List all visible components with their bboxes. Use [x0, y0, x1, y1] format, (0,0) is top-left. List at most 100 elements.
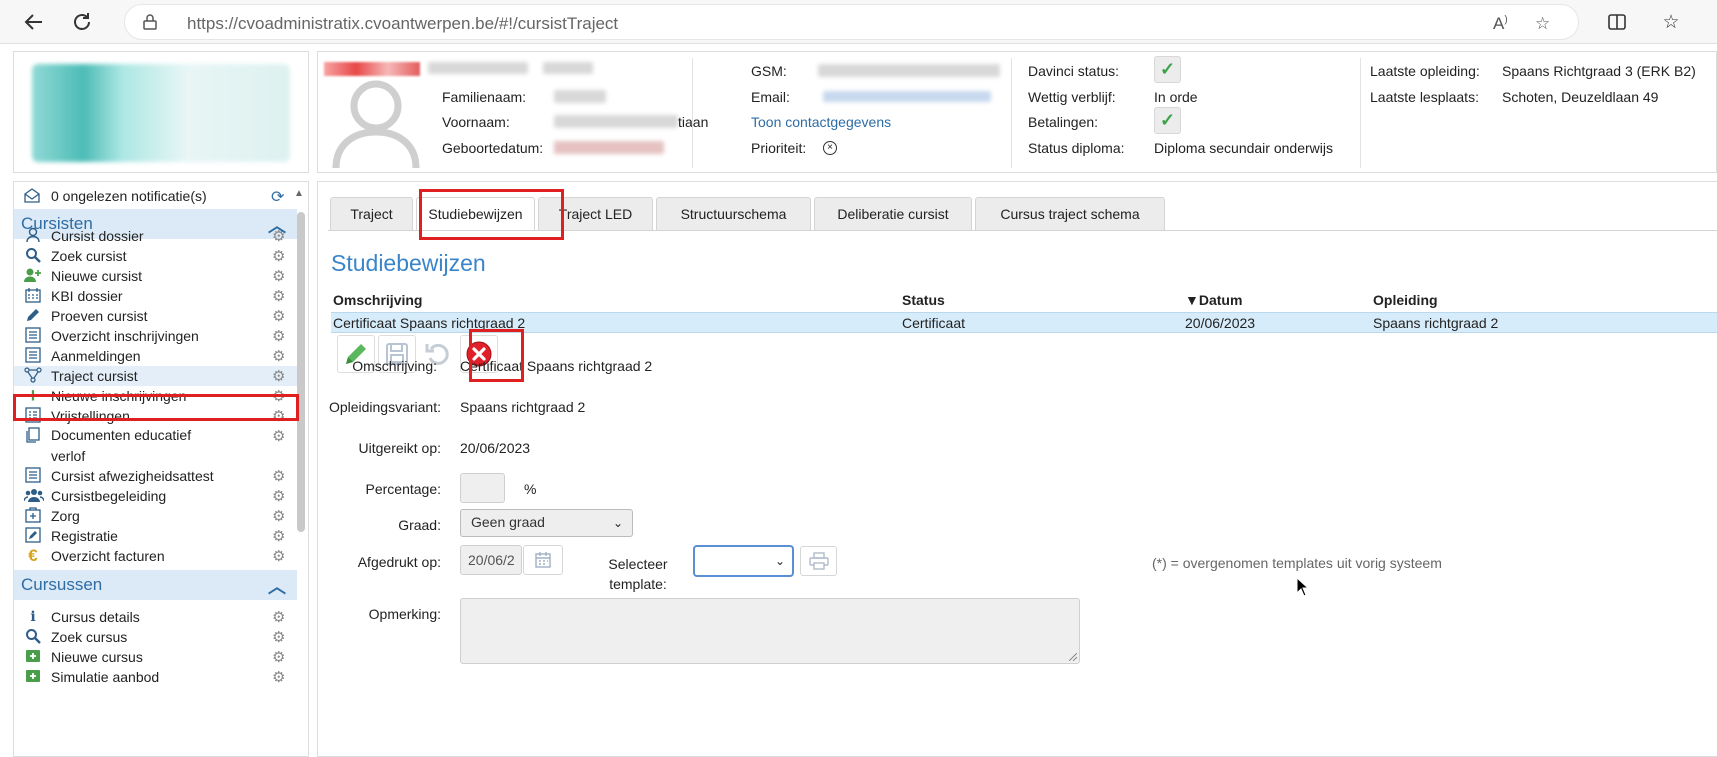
split-screen-icon[interactable] — [1601, 6, 1633, 38]
sidebar-item-label: Overzicht inschrijvingen — [51, 328, 199, 344]
column-datum[interactable]: ▼Datum — [1185, 292, 1242, 308]
uitgereikt-label: Uitgereikt op: — [358, 440, 441, 456]
sidebar-item-label: Zorg — [51, 508, 80, 524]
gear-icon[interactable]: ⚙ — [272, 427, 285, 445]
gear-icon[interactable]: ⚙ — [272, 608, 285, 626]
read-aloud-icon[interactable]: A) — [1493, 14, 1508, 34]
column-opleiding[interactable]: Opleiding — [1373, 292, 1438, 308]
sidebar-item-label: KBI dossier — [51, 288, 123, 304]
column-omschrijving[interactable]: Omschrijving — [333, 292, 422, 308]
sidebar-item-simulatie-aanbod[interactable]: Simulatie aanbod ⚙ — [14, 667, 297, 687]
favorites-icon[interactable]: ☆ — [1655, 6, 1687, 38]
sidebar-item-zoek-cursus[interactable]: Zoek cursus ⚙ — [14, 627, 297, 647]
gear-icon[interactable]: ⚙ — [272, 487, 285, 505]
resize-handle-icon[interactable] — [1069, 653, 1077, 661]
section-cursussen[interactable]: Cursussen ︿ — [14, 570, 297, 600]
gear-icon[interactable]: ⚙ — [272, 367, 285, 385]
email-value — [823, 91, 991, 102]
percentage-label: Percentage: — [365, 481, 442, 497]
sidebar-item-documenten-educatief-verlof[interactable]: Documenten educatief verlof ⚙ — [14, 426, 297, 466]
sidebar-item-nieuwe-cursus[interactable]: Nieuwe cursus ⚙ — [14, 647, 297, 667]
gear-icon[interactable]: ⚙ — [272, 507, 285, 525]
sidebar-item-overzicht-facturen[interactable]: € Overzicht facturen ⚙ — [14, 546, 297, 566]
gear-icon[interactable]: ⚙ — [272, 668, 285, 686]
laatste-lesplaats-value: Schoten, Deuzeldlaan 49 — [1502, 89, 1659, 105]
chevron-up-icon[interactable]: ︿ — [268, 573, 286, 599]
sidebar-item-label: Aanmeldingen — [51, 348, 141, 364]
gsm-label: GSM: — [751, 63, 787, 79]
notifications-item[interactable]: 0 ongelezen notificatie(s) ⟳ — [14, 186, 294, 206]
email-label: Email: — [751, 89, 790, 105]
sidebar-item-zorg[interactable]: Zorg ⚙ — [14, 506, 297, 526]
geboortedatum-value — [554, 141, 664, 154]
percentage-input[interactable] — [460, 473, 505, 503]
tab-cursus-traject-schema[interactable]: Cursus traject schema — [975, 197, 1165, 231]
tab-structuurschema[interactable]: Structuurschema — [656, 197, 811, 231]
gear-icon[interactable]: ⚙ — [272, 327, 285, 345]
notifications-label: 0 ongelezen notificatie(s) — [51, 188, 207, 204]
sidebar-item-overzicht-inschrijvingen[interactable]: Overzicht inschrijvingen ⚙ — [14, 326, 297, 346]
laatste-opleiding-value: Spaans Richtgraad 3 (ERK B2) — [1502, 63, 1696, 79]
page-title: Studiebewijzen — [331, 250, 486, 276]
info-icon: i — [30, 609, 36, 625]
sidebar-item-label: Zoek cursist — [51, 248, 127, 264]
sidebar-item-nieuwe-cursist[interactable]: Nieuwe cursist ⚙ — [14, 266, 297, 286]
familienaam-value — [554, 90, 606, 103]
user-icon — [24, 227, 42, 245]
sidebar-item-proeven-cursist[interactable]: Proeven cursist ⚙ — [14, 306, 297, 326]
sidebar-item-cursus-details[interactable]: i Cursus details ⚙ — [14, 607, 297, 627]
show-contact-link[interactable]: Toon contactgegevens — [751, 114, 891, 130]
gear-icon[interactable]: ⚙ — [272, 227, 285, 245]
opmerking-textarea[interactable] — [460, 598, 1080, 664]
gear-icon[interactable]: ⚙ — [272, 287, 285, 305]
sidebar-scrollbar[interactable] — [297, 212, 305, 532]
sidebar-item-label: Zoek cursus — [51, 629, 128, 645]
refresh-icon[interactable] — [66, 6, 98, 38]
opleidingsvariant-label: Opleidingsvariant: — [328, 399, 441, 415]
sidebar-item-label: Simulatie aanbod — [51, 669, 160, 685]
sidebar-item-label: Overzicht facturen — [51, 548, 165, 564]
gear-icon[interactable]: ⚙ — [272, 267, 285, 285]
print-button[interactable] — [800, 546, 837, 576]
gear-icon[interactable]: ⚙ — [272, 648, 285, 666]
sidebar-item-registratie[interactable]: Registratie ⚙ — [14, 526, 297, 546]
sidebar-item-traject-cursist[interactable]: Traject cursist ⚙ — [14, 366, 297, 386]
gear-icon[interactable]: ⚙ — [272, 307, 285, 325]
euro-icon: € — [28, 546, 38, 565]
afgedrukt-input[interactable]: 20/06/2 — [460, 545, 522, 575]
geboortedatum-label: Geboortedatum: — [442, 140, 544, 156]
user-plus-icon — [24, 267, 42, 285]
sidebar-item-kbi-dossier[interactable]: KBI dossier ⚙ — [14, 286, 297, 306]
sidebar-item-cursistbegeleiding[interactable]: Cursistbegeleiding ⚙ — [14, 486, 297, 506]
sidebar-item-label: Documenten educatief verlof — [51, 427, 192, 464]
add-box-icon — [24, 668, 42, 686]
sidebar-item-cursist-afwezigheidsattest[interactable]: Cursist afwezigheidsattest ⚙ — [14, 466, 297, 486]
address-bar[interactable]: https://cvoadministratix.cvoantwerpen.be… — [124, 4, 1579, 40]
tab-traject[interactable]: Traject — [330, 197, 413, 231]
back-icon[interactable] — [18, 6, 50, 38]
gear-icon[interactable]: ⚙ — [272, 347, 285, 365]
template-select[interactable]: ⌄ — [694, 546, 793, 576]
gear-icon[interactable]: ⚙ — [272, 527, 285, 545]
printer-icon — [808, 552, 829, 570]
group-icon — [23, 487, 45, 505]
tab-deliberatie-cursist[interactable]: Deliberatie cursist — [814, 197, 972, 231]
column-status[interactable]: Status — [902, 292, 945, 308]
route-icon — [24, 367, 42, 385]
table-row[interactable]: Certificaat Spaans richtgraad 2 Certific… — [331, 312, 1717, 333]
graad-select[interactable]: Geen graad ⌄ — [460, 509, 633, 537]
favorite-star-icon[interactable]: ☆ — [1535, 14, 1550, 34]
gear-icon[interactable]: ⚙ — [272, 247, 285, 265]
sidebar-item-aanmeldingen[interactable]: Aanmeldingen ⚙ — [14, 346, 297, 366]
list-icon — [24, 347, 42, 365]
gear-icon[interactable]: ⚙ — [272, 547, 285, 565]
sidebar-item-cursist-dossier[interactable]: Cursist dossier ⚙ — [14, 226, 297, 246]
calendar-button[interactable] — [523, 545, 563, 575]
scroll-up-icon[interactable]: ▲ — [294, 188, 304, 199]
refresh-notifications-icon[interactable]: ⟳ — [271, 187, 284, 207]
sidebar-item-zoek-cursist[interactable]: Zoek cursist ⚙ — [14, 246, 297, 266]
sidebar-item-label: Cursus details — [51, 609, 140, 625]
gear-icon[interactable]: ⚙ — [272, 467, 285, 485]
gear-icon[interactable]: ⚙ — [272, 628, 285, 646]
cell-opleiding: Spaans richtgraad 2 — [1373, 315, 1499, 331]
